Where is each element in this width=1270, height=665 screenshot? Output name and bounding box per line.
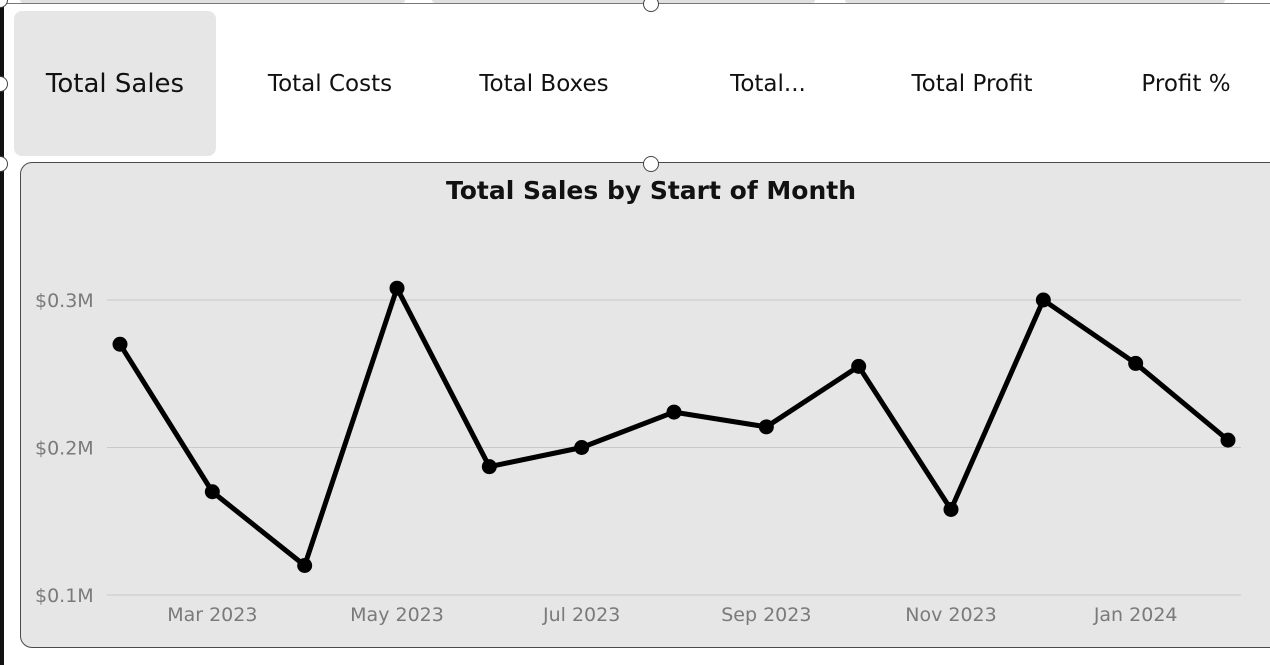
slicer-button-total-boxes[interactable]: Total Boxes [438, 11, 650, 156]
resize-handle[interactable] [0, 156, 8, 172]
x-tick-label: Jan 2024 [1093, 604, 1178, 626]
line-chart-visual[interactable]: Total Sales by Start of Month $0.1M $0.2M… [20, 162, 1270, 648]
x-tick-label: Mar 2023 [167, 604, 257, 626]
chart-title: Total Sales by Start of Month [446, 176, 856, 205]
data-point [481, 459, 497, 475]
x-axis: Mar 2023 May 2023 Jul 2023 Sep 2023 Nov 2023… [167, 604, 1177, 626]
data-point [112, 336, 128, 352]
x-tick-label: Jul 2023 [542, 604, 620, 626]
slicer-button-label: Total Boxes [479, 70, 609, 97]
data-point [297, 558, 313, 573]
slicer-button-label: Profit % [1141, 70, 1231, 97]
top-visual-strip [0, 0, 1270, 4]
measure-slicer: Total Sales Total Costs Total Boxes Tota… [14, 11, 1270, 156]
resize-handle[interactable] [0, 0, 8, 8]
data-point [389, 280, 405, 296]
slicer-button-label: Total Costs [267, 70, 393, 97]
slicer-button-total-profit[interactable]: Total Profit [866, 11, 1078, 156]
chart-svg: Total Sales by Start of Month $0.1M $0.2M… [35, 176, 1241, 626]
data-point [851, 358, 867, 374]
data-point [1035, 292, 1051, 308]
y-tick-label: $0.2M [35, 438, 94, 460]
top-visual-tab [20, 0, 405, 3]
slicer-button-profit-percent[interactable]: Profit % [1078, 11, 1270, 156]
x-tick-label: May 2023 [350, 604, 444, 626]
data-point [1128, 355, 1144, 371]
resize-handle[interactable] [0, 76, 8, 92]
data-point [204, 484, 220, 500]
resize-handle[interactable] [643, 156, 659, 172]
data-point [666, 404, 682, 420]
data-point [943, 501, 959, 517]
slicer-button-total-sales[interactable]: Total Sales [14, 11, 216, 156]
series-line [117, 285, 1230, 568]
data-point [1220, 432, 1236, 448]
slicer-button-label: Total... [730, 70, 806, 97]
gridlines [107, 299, 1241, 596]
slicer-button-label: Total Profit [911, 70, 1033, 97]
data-point [574, 440, 590, 455]
left-selection-border [0, 0, 4, 665]
slicer-button-total-costs[interactable]: Total Costs [224, 11, 436, 156]
series-layer [112, 280, 1236, 573]
x-tick-label: Nov 2023 [905, 604, 996, 626]
x-tick-label: Sep 2023 [721, 604, 811, 626]
y-tick-label: $0.1M [35, 585, 94, 607]
slicer-button-label: Total Sales [45, 68, 185, 99]
slicer-button-total-truncated[interactable]: Total... [662, 11, 874, 156]
y-axis: $0.1M $0.2M $0.3M [35, 290, 94, 607]
top-border-line [0, 3, 1270, 4]
top-visual-tab [432, 0, 815, 3]
data-point [758, 419, 774, 435]
y-tick-label: $0.3M [35, 290, 94, 312]
top-visual-tab [845, 0, 1225, 3]
